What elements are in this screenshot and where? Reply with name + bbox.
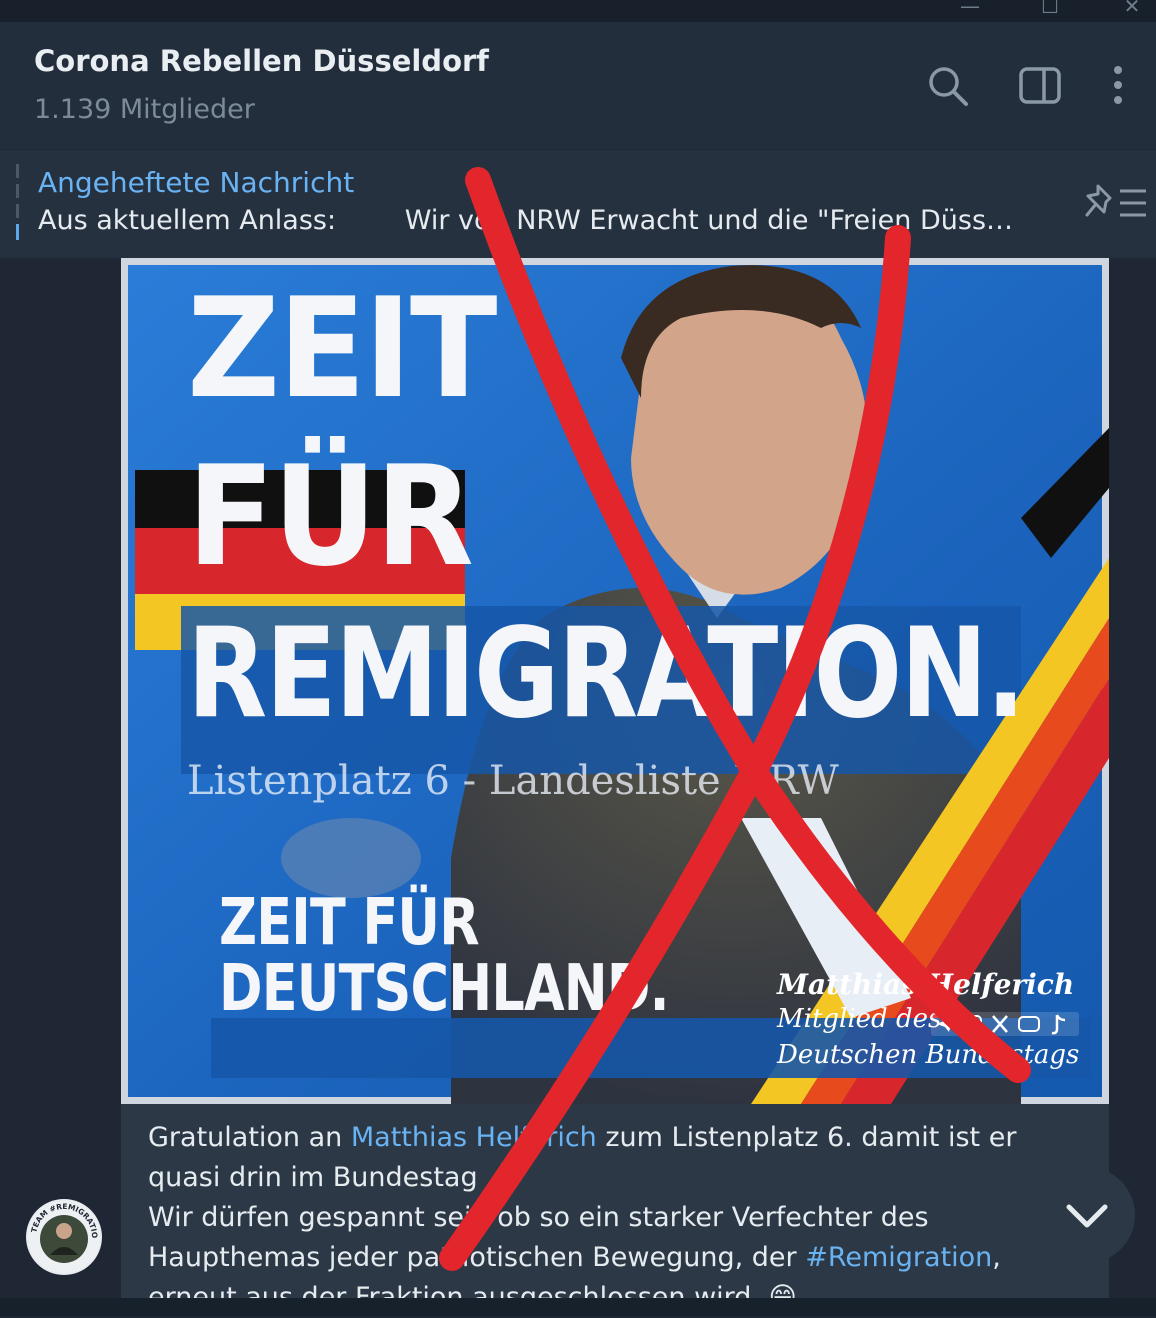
hashtag-link[interactable]: #Remigration <box>805 1242 992 1273</box>
caption-line-2: quasi drin im Bundestag 👌 <box>148 1162 520 1193</box>
unpin-list-icon[interactable] <box>1084 182 1150 222</box>
more-vertical-icon[interactable] <box>1096 64 1140 108</box>
message-photo[interactable]: ZEIT FÜR REMIGRATION. Listenplatz 6 - La… <box>121 258 1109 1104</box>
pinned-title: Angeheftete Nachricht <box>38 166 355 199</box>
candidate-role-1: Mitglied des <box>777 1004 942 1034</box>
search-icon[interactable] <box>926 64 970 108</box>
pin-indicator-segment <box>16 164 19 178</box>
pin-indicator-active <box>16 224 19 240</box>
message-caption: Gratulation an Matthias Helferich zum Li… <box>148 1118 1048 1318</box>
headline-line-2: FÜR <box>187 436 474 597</box>
window-titlebar: — ☐ ✕ <box>0 0 1156 22</box>
scroll-to-bottom-button[interactable] <box>1039 1167 1135 1263</box>
caption-line-1: Gratulation an Matthias Helferich zum Li… <box>148 1122 1017 1153</box>
candidate-role-2: Deutschen Bundestags <box>777 1040 1080 1070</box>
pinned-preview-text: Aus aktuellem Anlass: Wir von NRW Erwach… <box>38 205 1014 236</box>
avatar[interactable]: TEAM #REMIGRATION <box>26 1199 102 1275</box>
headline-line-1: ZEIT <box>187 268 497 429</box>
composer-edge <box>0 1298 1156 1316</box>
sidebar-toggle-icon[interactable] <box>1018 64 1062 108</box>
caption-line-4: Haupthemas jeder patriotischen Bewegung,… <box>148 1242 1001 1273</box>
pin-indicator-segment <box>16 204 19 218</box>
slogan-line-2: DEUTSCHLAND. <box>219 952 670 1026</box>
maximize-icon[interactable]: ☐ <box>1030 0 1070 18</box>
caption-line-3: Wir dürfen gespannt sein ob so ein stark… <box>148 1202 929 1233</box>
headline-line-3: REMIGRATION. <box>187 602 1026 746</box>
member-count: 1.139 Mitglieder <box>34 94 255 125</box>
avatar-image: TEAM #REMIGRATION <box>26 1199 100 1273</box>
close-icon[interactable]: ✕ <box>1112 0 1152 18</box>
candidate-name: Matthias Helferich <box>777 968 1075 1001</box>
chat-title[interactable]: Corona Rebellen Düsseldorf <box>34 44 489 78</box>
listenplatz-text: Listenplatz 6 - Landesliste NRW <box>187 758 839 804</box>
slogan-line-1: ZEIT FÜR <box>219 886 480 960</box>
minimize-icon[interactable]: — <box>950 0 990 18</box>
chat-header[interactable] <box>0 22 1156 149</box>
pin-indicator-segment <box>16 184 19 198</box>
mention-link[interactable]: Matthias Helferich <box>351 1122 597 1153</box>
social-icons-row <box>931 1012 1079 1036</box>
chevron-down-icon <box>1066 1204 1108 1228</box>
